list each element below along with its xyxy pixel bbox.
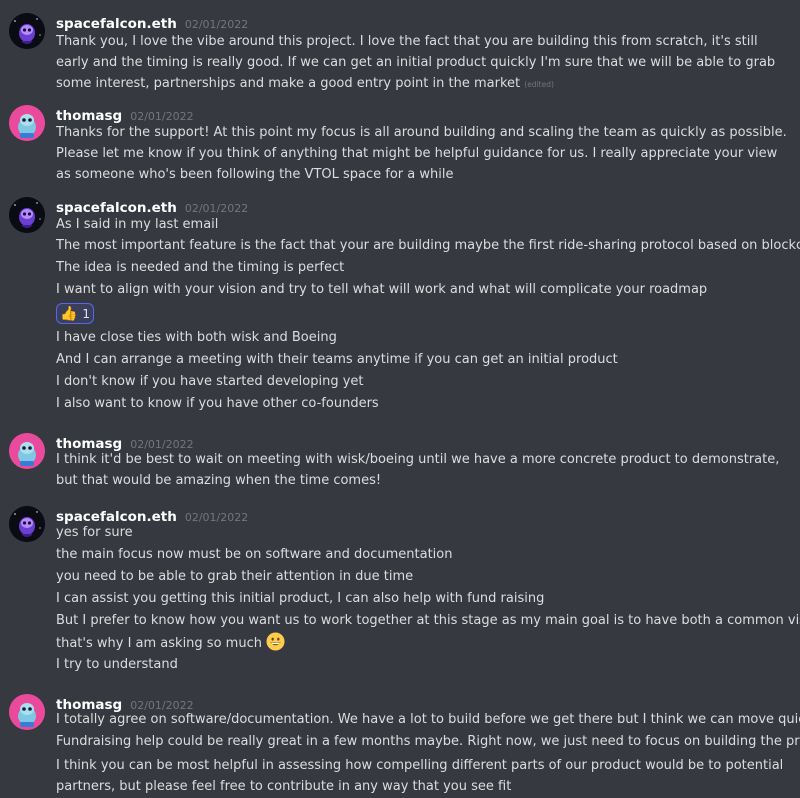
thomas-avatar-icon[interactable]	[9, 105, 45, 141]
message-text: I can assist you getting this initial pr…	[56, 591, 545, 606]
thomas-avatar-icon[interactable]	[9, 694, 45, 730]
message-text: I don't know if you have started develop…	[56, 374, 364, 389]
edited-label: (edited)	[524, 80, 554, 89]
message-text: The most important feature is the fact t…	[56, 238, 800, 253]
falcon-avatar-icon[interactable]	[9, 197, 45, 233]
message-text: I think you can be most helpful in asses…	[56, 758, 784, 794]
message-text: But I prefer to know how you want us to …	[56, 613, 800, 628]
message-text: I want to align with your vision and try…	[56, 282, 708, 297]
message-text: And I can arrange a meeting with their t…	[56, 352, 618, 367]
falcon-avatar-icon[interactable]	[9, 506, 45, 542]
timestamp: 02/01/2022	[184, 18, 249, 31]
reaction-button[interactable]: 👍 1	[56, 303, 94, 324]
message-text: the main focus now must be on software a…	[56, 547, 453, 562]
message-text: I totally agree on software/documentatio…	[56, 712, 800, 727]
thomas-avatar-icon[interactable]	[9, 433, 45, 469]
message-text: I also want to know if you have other co…	[56, 396, 379, 411]
falcon-avatar-icon[interactable]	[9, 13, 45, 49]
message-text: I have close ties with both wisk and Boe…	[56, 330, 337, 345]
username[interactable]: spacefalcon.eth	[56, 16, 177, 32]
message-text: As I said in my last email	[56, 217, 219, 232]
thumbs-up-icon: 👍	[59, 305, 78, 322]
message-text: I try to understand	[56, 657, 178, 672]
message-text: Fundraising help could be really great i…	[56, 734, 800, 749]
message-text: you need to be able to grab their attent…	[56, 569, 414, 584]
message-text: Thanks for the support! At this point my…	[56, 125, 787, 182]
message-text: Thank you, I love the vibe around this p…	[56, 34, 776, 91]
message-text: yes for sure	[56, 525, 133, 540]
message-text: The idea is needed and the timing is per…	[56, 260, 345, 275]
message-text: I think it'd be best to wait on meeting …	[56, 452, 780, 488]
reaction-count: 1	[82, 306, 91, 321]
